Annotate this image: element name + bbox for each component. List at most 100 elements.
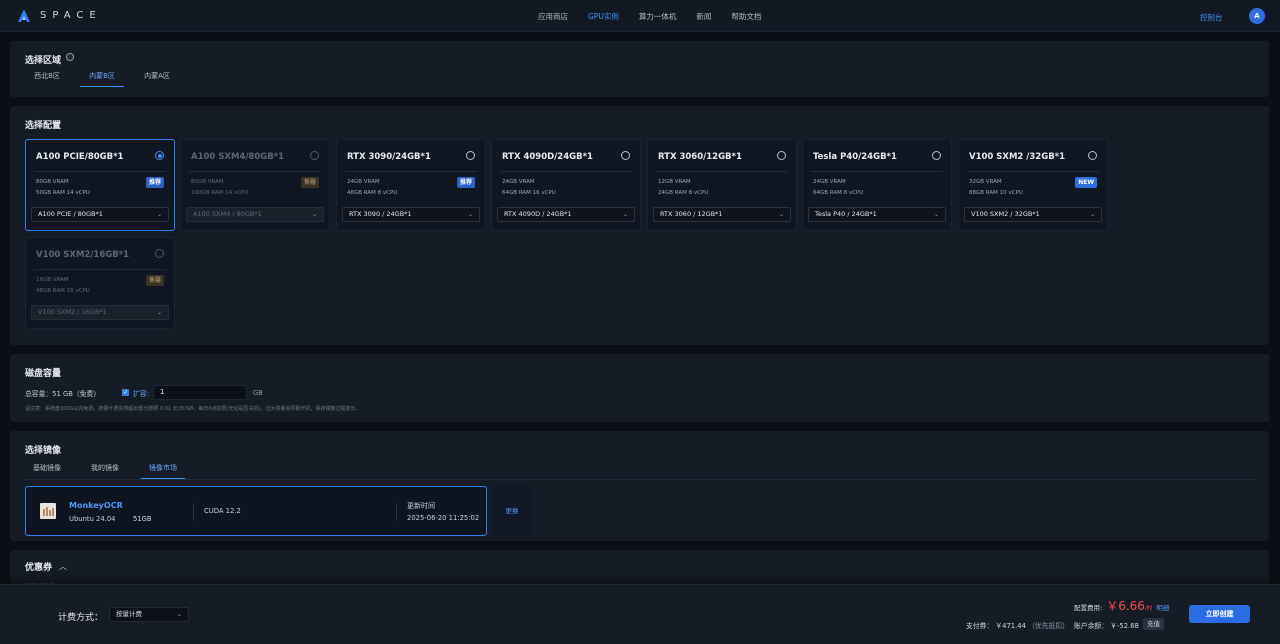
tab-my-images[interactable]: 我的镜像 [83,461,127,479]
voucher-hint: （优先抵扣） [1028,622,1069,630]
image-size: 51GB [133,515,152,523]
gpu-quantity-select[interactable]: A100 PCIE / 80GB*1 ⌄ [31,207,169,222]
billing-label: 计费方式： [58,613,104,623]
gpu-quantity-select[interactable]: Tesla P40 / 24GB*1 ⌄ [808,207,946,222]
gpu-vram: 24GB VRAM [502,179,535,185]
gpu-radio [310,151,319,160]
avatar[interactable]: A [1249,8,1265,24]
gpu-option-value: V100 SXM2 / 32GB*1 [971,210,1040,218]
config-panel: 选择配置 A100 PCIE/80GB*1 80GB VRAM 50GB RAM 1… [10,106,1269,345]
console-link[interactable]: 控制台 [1200,12,1223,23]
gpu-quantity-select[interactable]: RTX 4090D / 24GB*1 ⌄ [497,207,635,222]
gpu-radio[interactable] [621,151,630,160]
gpu-tag-badge: 推荐 [456,177,475,188]
coupon-title[interactable]: 优惠券 [25,560,52,573]
disk-row: 总容量：51 GB（免费） ✓ 扩容: 1 GB [25,385,263,400]
gpu-card[interactable]: RTX 4090D/24GB*1 24GB VRAM 64GB RAM 16 vCP… [491,139,641,231]
gpu-vram: 24GB VRAM [347,179,380,185]
billing-value: 按量计费 [116,610,142,618]
tab-region-northwest-b[interactable]: 西北B区 [25,69,69,87]
balance-value: ￥-52.68 [1110,622,1139,630]
nav-gpu-instances[interactable]: GPU实例 [588,11,619,22]
gpu-card[interactable]: RTX 3090/24GB*1 24GB VRAM 48GB RAM 8 vCPU 推… [336,139,486,231]
voucher-line: 支付券： ￥471.44 （优先抵扣） [966,620,1069,630]
change-image-button[interactable]: 更换 [492,486,532,536]
gpu-quantity-select: V100 SXM2 / 16GB*1 ⌄ [31,305,169,320]
tab-image-market[interactable]: 镜像市场 [141,461,185,479]
billing-select[interactable]: 按量计费 ⌄ [109,607,189,622]
chevron-down-icon: ⌄ [311,211,317,218]
gpu-radio[interactable] [466,151,475,160]
fee-label: 配置费用: [1074,604,1103,612]
fee-price: 6.66 [1118,599,1145,613]
region-tabs: 西北B区 内蒙B区 内蒙A区 [25,69,190,87]
gpu-card[interactable]: V100 SXM2 /32GB*1 32GB VRAM 88GB RAM 10 vC… [958,139,1108,231]
logo-icon [18,9,30,22]
image-logo-icon [40,503,56,519]
chevron-down-icon: ⌄ [933,211,939,218]
expand-checkbox[interactable]: ✓ [122,389,130,396]
selected-image-card[interactable]: MonkeyOCR Ubuntu 24.04 51GB CUDA 12.2 更新… [25,486,487,536]
gpu-quantity-select[interactable]: RTX 3060 / 12GB*1 ⌄ [653,207,791,222]
fee-unit: /时 [1144,606,1153,612]
gpu-ram-cpu: 64GB RAM 16 vCPU [502,190,556,196]
gpu-card-name: RTX 3060/12GB*1 [658,152,742,162]
gpu-tag-badge: 售罄 [145,275,164,286]
gpu-quantity-select[interactable]: V100 SXM2 / 32GB*1 ⌄ [964,207,1102,222]
balance-line: 账户余额： ￥-52.68 [1074,620,1139,630]
divider [967,171,1099,172]
tab-base-images[interactable]: 基础镜像 [25,461,69,479]
main-nav: 应用商店 GPU实例 算力一体机 新闻 帮助文档 [538,0,781,32]
divider [500,171,632,172]
chevron-down-icon: ⌄ [176,611,182,618]
chevron-down-icon: ⌄ [156,211,162,218]
gpu-option-value: Tesla P40 / 24GB*1 [815,210,877,218]
expand-input[interactable]: 1 [153,385,248,400]
gpu-card-name: V100 SXM2/16GB*1 [36,250,130,260]
gpu-vram: 12GB VRAM [658,179,691,185]
gpu-quantity-select[interactable]: RTX 3090 / 24GB*1 ⌄ [342,207,480,222]
nav-news[interactable]: 新闻 [696,11,711,22]
gpu-card: V100 SXM2/16GB*1 16GB VRAM 48GB RAM 16 vCP… [25,237,175,329]
nav-app-store[interactable]: 应用商店 [538,11,568,22]
recharge-button[interactable]: 充值 [1143,618,1164,630]
gpu-card[interactable]: A100 PCIE/80GB*1 80GB VRAM 50GB RAM 14 vCP… [25,139,175,231]
fee-line: 配置费用: ￥ 6.66 /时 明细 [1074,597,1169,614]
gpu-card-name: A100 SXM4/80GB*1 [191,152,285,162]
gpu-ram-cpu: 64GB RAM 8 vCPU [813,190,864,196]
divider [34,171,166,172]
gpu-card[interactable]: RTX 3060/12GB*1 12GB VRAM 24GB RAM 8 vCPU R… [647,139,797,231]
nav-help-docs[interactable]: 帮助文档 [731,11,761,22]
divider [193,503,194,521]
nav-compute-appliance[interactable]: 算力一体机 [639,11,677,22]
logo-text: SPACE [40,10,102,21]
gpu-ram-cpu: 48GB RAM 8 vCPU [347,190,398,196]
gpu-option-value: V100 SXM2 / 16GB*1 [38,308,107,316]
disk-panel: 磁盘容量 总容量：51 GB（免费） ✓ 扩容: 1 GB 请注意：系统盘100… [10,354,1269,422]
gpu-radio[interactable] [932,151,941,160]
gpu-radio[interactable] [777,151,786,160]
gpu-card-name: V100 SXM2 /32GB*1 [969,152,1066,162]
gpu-option-value: RTX 3060 / 12GB*1 [660,210,723,218]
balance-label: 账户余额： [1074,622,1108,630]
image-name: MonkeyOCR [69,501,123,510]
gpu-ram-cpu: 50GB RAM 14 vCPU [36,190,90,196]
expand-unit: GB [253,388,263,397]
gpu-radio[interactable] [1088,151,1097,160]
gpu-card[interactable]: Tesla P40/24GB*1 24GB VRAM 64GB RAM 8 vCPU… [802,139,952,231]
image-updated-label: 更新时间 [407,502,435,510]
gpu-card-name: RTX 4090D/24GB*1 [502,152,593,162]
gpu-radio[interactable] [155,151,164,160]
chevron-up-icon[interactable]: ︿ [59,561,67,572]
gpu-option-value: RTX 4090D / 24GB*1 [504,210,572,218]
region-title: 选择区域 [25,56,62,66]
image-panel: 选择镜像 基础镜像 我的镜像 镜像市场 MonkeyOCR Ubuntu 24.… [10,431,1269,541]
fee-detail-link[interactable]: 明细 [1156,602,1169,612]
logo[interactable]: SPACE [18,9,102,22]
tab-region-inner-mongolia-a[interactable]: 内蒙A区 [135,69,179,87]
create-now-button[interactable]: 立即创建 [1189,605,1250,623]
gpu-card-name: A100 PCIE/80GB*1 [36,152,124,162]
tab-region-inner-mongolia-b[interactable]: 内蒙B区 [80,69,124,87]
divider [811,171,943,172]
info-icon[interactable]: ⓘ [66,53,74,61]
